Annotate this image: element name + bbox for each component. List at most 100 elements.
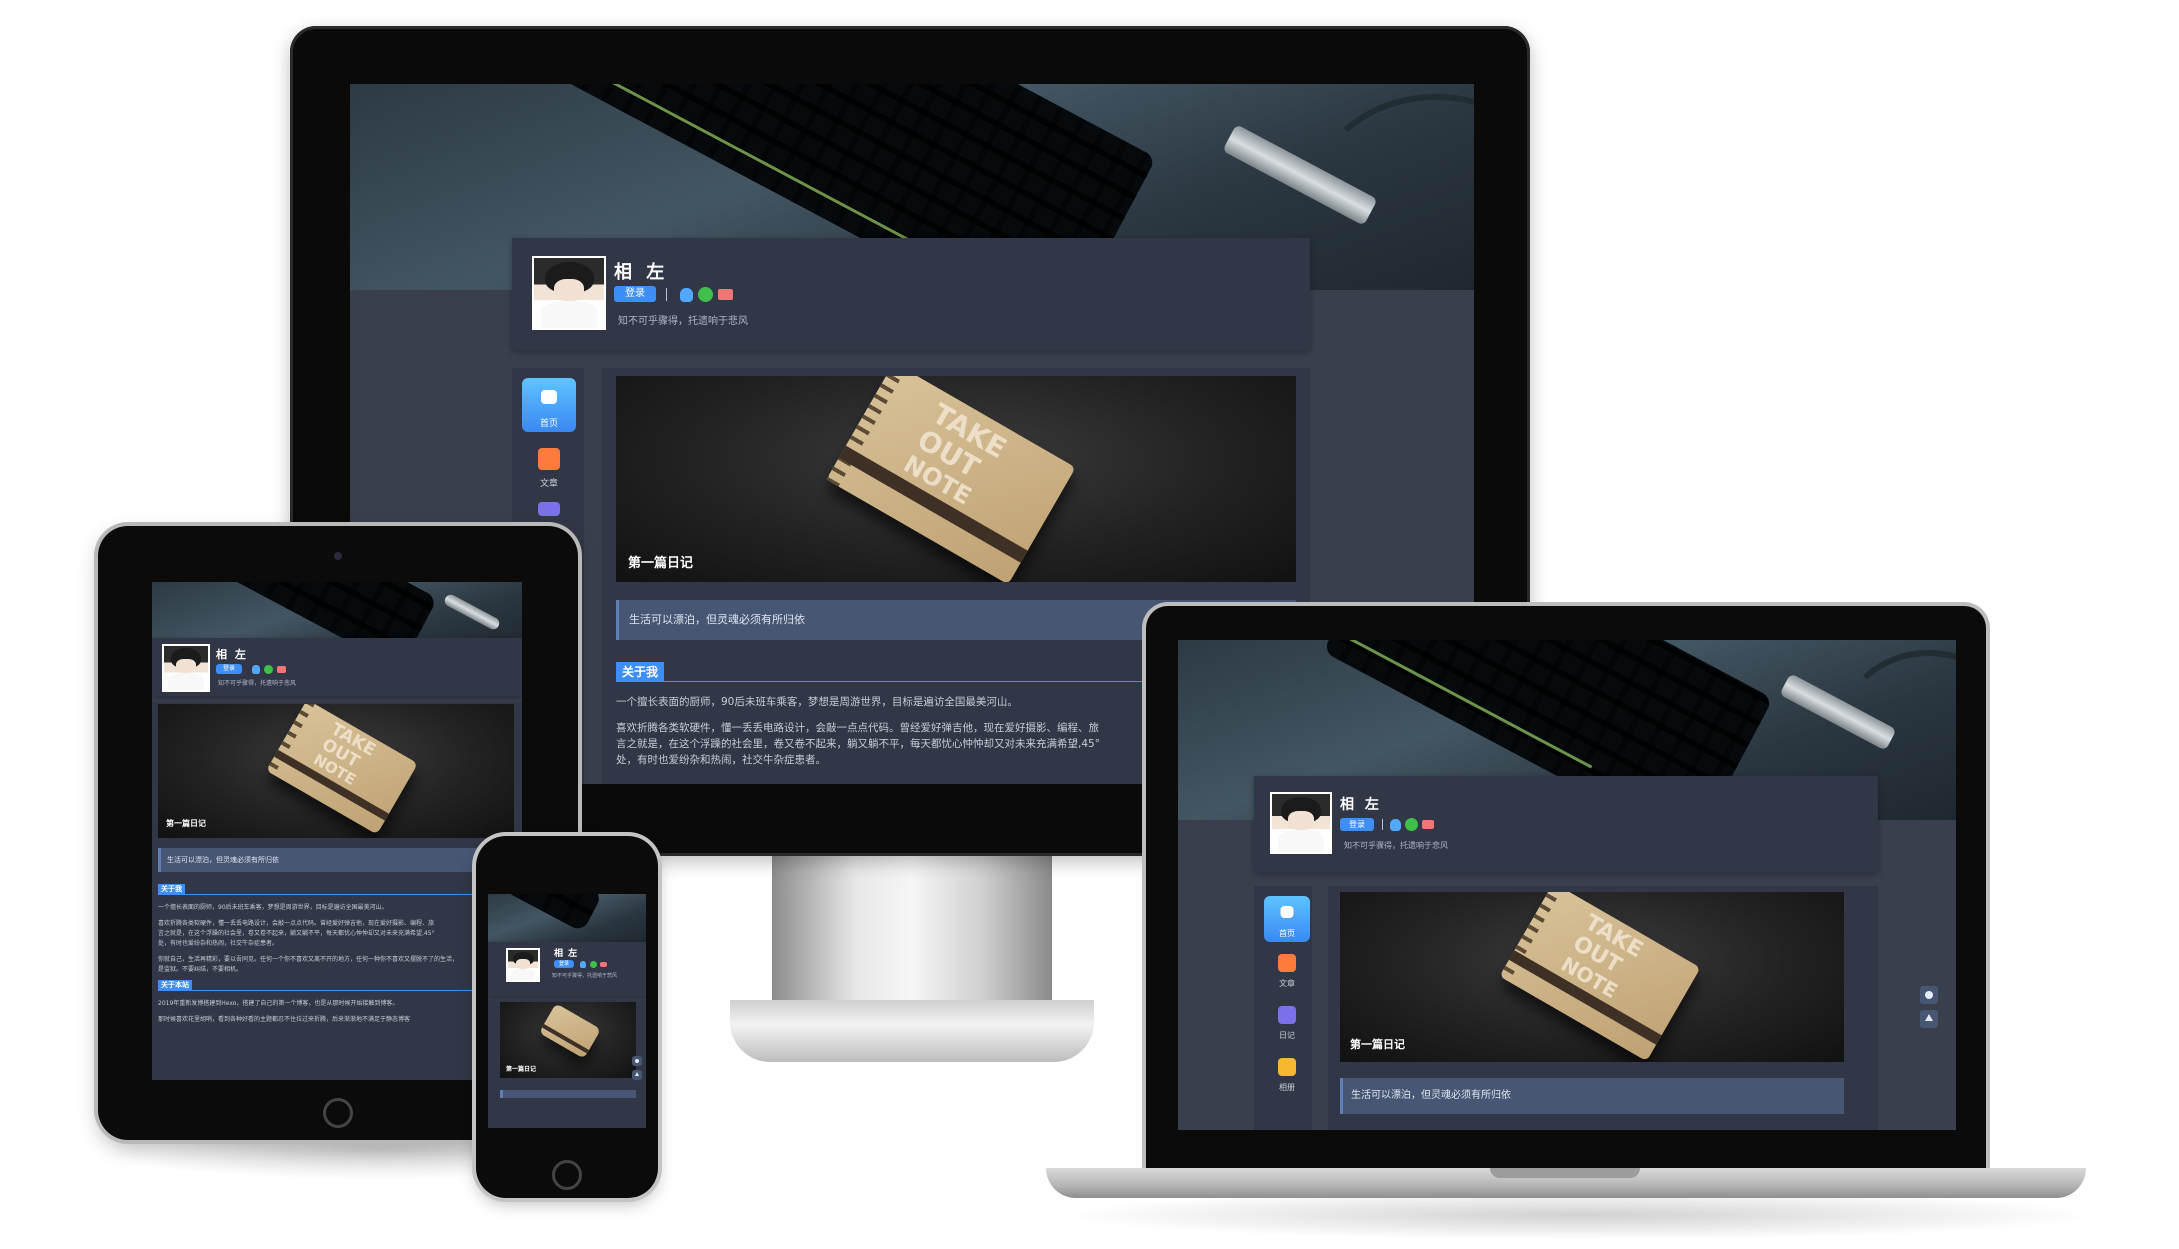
theme-toggle-icon [635,1059,639,1063]
nav-item-diary[interactable] [522,496,576,516]
site-name: 相 左 [554,949,579,959]
tablet-camera [334,552,342,560]
quote-block: 生活可以漂泊，但灵魂必须有所归依 [158,848,514,872]
quote-block: 生活可以漂泊，但灵魂必须有所归依 [1340,1078,1844,1114]
nav-item-articles[interactable]: 文章 [522,440,576,490]
featured-post-image[interactable]: TAKE OUT NOTE 第一篇日记 [1340,892,1844,1062]
about-paragraph: 是监狱。不要纠结，不要相机。 [158,966,243,973]
diary-icon [1278,1006,1296,1024]
wechat-icon[interactable] [1405,818,1418,831]
about-paragraph: 你就自己，生活再精彩，要以吾同见。任何一个你不喜欢又离不开的地方，任何一种你不喜… [158,956,459,963]
notebook-image: TAKE OUT NOTE [1499,892,1701,1062]
cable [1310,94,1474,290]
home-icon [1280,906,1294,918]
about-paragraph: 喜欢折腾各类软硬件，懂一丢丢电路设计，会敲一点点代码。曾经爱好弹吉他，现在爱好摄… [158,920,435,927]
avatar[interactable] [506,948,540,982]
nav-item-home[interactable]: 首页 [522,378,576,432]
divider [666,288,667,301]
featured-post-image[interactable]: TAKE OUT NOTE 第一篇日记 [616,376,1296,582]
album-icon [1278,1058,1296,1076]
article-icon [1278,954,1296,972]
theme-toggle-button[interactable] [632,1056,642,1066]
avatar[interactable] [162,644,210,692]
notebook-image: TAKE OUT NOTE [266,704,418,835]
main-content: TAKE OUT NOTE 第一篇日记 生活可以漂泊，但灵魂必须有所归依 [1328,886,1878,1130]
nav-label: 相册 [1279,1083,1295,1092]
site-name: 相 左 [216,648,248,661]
login-button[interactable]: 登录 [216,664,242,674]
about-paragraph: 处，有时也爱纷杂和热闹，社交牛杂症患者。 [158,940,279,947]
main-content: 第一篇日记 [488,1000,646,1128]
featured-post-image[interactable]: TAKE OUT NOTE 第一篇日记 [158,704,514,838]
wechat-icon[interactable] [590,961,597,968]
back-to-top-icon [1925,1014,1933,1021]
back-to-top-button[interactable] [632,1070,642,1080]
qq-icon[interactable] [252,665,260,674]
theme-toggle-icon [1925,991,1933,999]
login-button[interactable]: 登录 [554,960,574,968]
site-heading: 关于本站 [158,980,192,990]
divider [1382,819,1383,830]
site-name: 相 左 [1340,797,1382,813]
tablet-screen: 相 左 登录 知不可乎骤得，托遗响于悲风 TAKE OUT NOTE 第一篇日记… [152,582,522,1080]
avatar[interactable] [532,256,606,330]
theme-toggle-button[interactable] [1920,986,1938,1004]
nav-label: 文章 [1279,979,1295,988]
back-to-top-button[interactable] [1920,1010,1938,1028]
post-title[interactable]: 第一篇日记 [1350,1036,1405,1052]
nav-label: 日记 [1279,1031,1295,1040]
wechat-icon[interactable] [264,665,273,674]
main-content: TAKE OUT NOTE 第一篇日记 生活可以漂泊，但灵魂必须有所归依 关于我… [152,702,522,1080]
laptop-notch [1490,1168,1640,1178]
nav-item-articles[interactable]: 文章 [1264,948,1310,992]
nav-label: 首页 [1279,929,1295,938]
mail-icon[interactable] [718,289,733,300]
monitor-stand-base [730,1000,1094,1062]
mail-icon[interactable] [1422,820,1434,829]
post-title[interactable]: 第一篇日记 [628,552,693,571]
login-button[interactable]: 登录 [614,286,656,302]
qq-icon[interactable] [1390,819,1401,831]
featured-post-image[interactable]: 第一篇日记 [500,1002,636,1078]
about-heading: 关于我 [616,662,665,681]
section-divider [158,894,514,895]
mail-icon[interactable] [600,962,607,967]
nav-item-home[interactable]: 首页 [1264,896,1310,942]
motto: 知不可乎骤得，托遗响于悲风 [1344,841,1448,850]
notebook-image [538,1003,602,1059]
article-icon [538,448,560,470]
keyboard-image [502,894,604,933]
nav-item-album[interactable]: 相册 [1264,1052,1310,1096]
notebook-image: TAKE OUT NOTE [826,376,1076,582]
section-divider [158,990,514,991]
about-heading: 关于我 [158,884,185,894]
nav-label: 首页 [539,419,558,429]
profile-card: 相 左 登录 知不可乎骤得，托遗响于悲风 [512,238,1310,350]
nav-item-diary[interactable]: 日记 [1264,1000,1310,1044]
post-title[interactable]: 第一篇日记 [166,818,206,829]
sidebar-nav: 首页 文章 日记 相册 [1254,886,1312,1130]
monitor-stand [772,856,1052,1006]
profile-card: 相 左 登录 知不可乎骤得，托遗响于悲风 [152,638,522,696]
qq-icon[interactable] [580,961,586,968]
phone-home-button [552,1160,582,1190]
back-to-top-icon [635,1072,639,1076]
laptop-screen: 相 左 登录 知不可乎骤得，托遗响于悲风 首页 文章 日记 相册 TAKE OU… [1178,640,1956,1130]
home-icon [541,390,557,404]
motto: 知不可乎骤得，托遗响于悲风 [218,680,297,687]
mail-icon[interactable] [277,666,286,673]
header-banner [488,894,646,942]
avatar[interactable] [1270,792,1332,854]
about-paragraph: 言之就是，在这个浮躁的社会里，卷又卷不起来，躺又躺不平，每天都忧心忡忡却又对未来… [158,930,435,937]
about-paragraph: 一个擅长表面的厨师，90后未班车乘客，梦想是周游世界，目标是遍访全国最美河山。 [158,904,388,911]
qq-icon[interactable] [680,288,693,302]
nav-label: 文章 [539,479,558,489]
quote-block [500,1090,636,1098]
wechat-icon[interactable] [698,287,713,302]
post-title[interactable]: 第一篇日记 [506,1064,536,1073]
motto: 知不可乎骤得，托遗响于悲风 [552,973,618,979]
cable-connector [442,592,502,632]
site-paragraph: 那时候喜欢花里胡哨，看到各种好看的主题都忍不住拉过来折腾，后来渐渐地不满足于静态… [158,1016,411,1023]
phone-screen: 相 左 登录 知不可乎骤得，托遗响于悲风 第一篇日记 [488,894,646,1128]
login-button[interactable]: 登录 [1340,818,1374,831]
